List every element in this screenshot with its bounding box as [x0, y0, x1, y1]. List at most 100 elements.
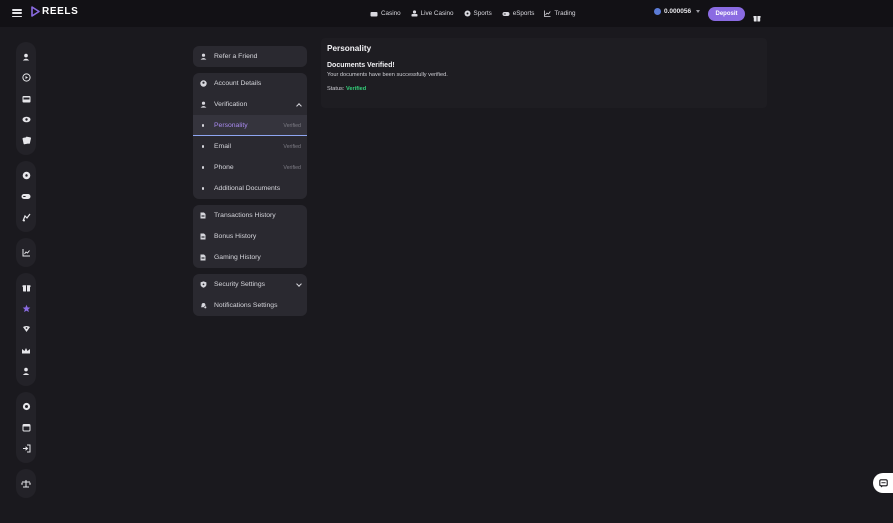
referral-icon[interactable] — [16, 361, 36, 382]
menu-item-transactions-history[interactable]: Transactions History — [193, 205, 307, 226]
chevron-up-icon — [296, 102, 302, 109]
chart-icon[interactable] — [16, 242, 36, 263]
menu-icon[interactable] — [12, 9, 22, 17]
gift-icon[interactable] — [16, 277, 36, 298]
chevron-down-icon — [296, 280, 302, 287]
account-menu: Refer a Friend Account Details Verificat… — [193, 46, 307, 322]
nav-live-casino-label: Live Casino — [420, 10, 454, 17]
menu-item-label: Email — [214, 143, 231, 150]
nav-sports-label: Sports — [473, 10, 492, 17]
menu-item-label: Phone — [214, 164, 234, 171]
calendar-icon[interactable] — [16, 417, 36, 438]
document-icon — [199, 254, 207, 261]
nav-casino[interactable]: Casino — [370, 10, 401, 17]
menu-item-personality[interactable]: Personality Verified — [193, 115, 307, 136]
nav-trading[interactable]: Trading — [544, 10, 576, 17]
bullet-icon — [199, 145, 207, 148]
user-check-icon — [199, 101, 207, 108]
nav-live-casino[interactable]: Live Casino — [411, 10, 454, 17]
wheel-icon[interactable] — [16, 319, 36, 340]
soccer-icon[interactable] — [16, 165, 36, 186]
menu-item-gaming-history[interactable]: Gaming History — [193, 247, 307, 268]
balance-icon[interactable] — [16, 473, 36, 494]
menu-item-email[interactable]: Email Verified — [193, 136, 307, 157]
menu-item-label: Personality — [214, 122, 248, 129]
deposit-button[interactable]: Deposit — [708, 7, 745, 21]
status-badge: Verified — [283, 143, 301, 150]
menu-item-label: Refer a Friend — [214, 53, 258, 60]
gift-icon[interactable] — [753, 9, 761, 27]
chart-icon — [544, 10, 552, 17]
balance-selector[interactable]: 0.000056 — [654, 8, 701, 15]
promotions-icon[interactable] — [16, 67, 36, 88]
menu-item-additional-documents[interactable]: Additional Documents — [193, 178, 307, 199]
nav-sports[interactable]: Sports — [464, 10, 492, 17]
brand-name: REELS — [42, 6, 79, 17]
logo[interactable]: REELS — [31, 6, 78, 17]
menu-card-settings: Security Settings Notifications Settings — [193, 274, 307, 316]
menu-item-account-details[interactable]: Account Details — [193, 73, 307, 94]
verification-panel: Personality Documents Verified! Your doc… — [321, 38, 767, 108]
rail-group-trading — [16, 238, 36, 267]
menu-card-account: Account Details Verification Personality… — [193, 73, 307, 199]
bullet-icon — [199, 187, 207, 190]
menu-item-verification[interactable]: Verification — [193, 94, 307, 115]
referral-icon — [199, 53, 207, 60]
menu-item-label: Gaming History — [214, 254, 261, 261]
bullet-icon — [199, 166, 207, 169]
menu-item-notifications-settings[interactable]: Notifications Settings — [193, 295, 307, 316]
support-icon[interactable] — [16, 396, 36, 417]
vip-icon[interactable] — [16, 298, 36, 319]
status-line: Status: Verified — [327, 86, 761, 92]
chat-button[interactable] — [873, 473, 893, 493]
slots-icon[interactable] — [16, 88, 36, 109]
menu-item-phone[interactable]: Phone Verified — [193, 157, 307, 178]
logout-icon[interactable] — [16, 438, 36, 459]
gamepad-icon[interactable] — [16, 186, 36, 207]
status-badge: Verified — [283, 122, 301, 129]
side-rail — [16, 42, 36, 504]
account-icon — [199, 80, 207, 87]
menu-item-label: Additional Documents — [214, 185, 281, 192]
coin-icon — [654, 8, 661, 15]
user-icon[interactable] — [16, 46, 36, 67]
cards-icon — [370, 11, 378, 16]
cards-icon[interactable] — [16, 130, 36, 151]
status-value: Verified — [345, 86, 367, 92]
menu-item-label: Notifications Settings — [214, 302, 278, 309]
verified-message: Your documents have been successfully ve… — [327, 72, 448, 78]
status-badge: Verified — [283, 164, 301, 171]
nav-esports-label: eSports — [512, 10, 535, 17]
nav-trading-label: Trading — [554, 10, 576, 17]
menu-item-label: Verification — [214, 101, 248, 108]
menu-item-label: Bonus History — [214, 233, 257, 240]
verified-heading: Documents Verified! — [327, 62, 395, 69]
rail-group-sports — [16, 161, 36, 232]
live-casino-icon — [411, 10, 418, 17]
rail-group-rewards — [16, 273, 36, 386]
racing-icon[interactable] — [16, 207, 36, 228]
bullet-icon — [199, 124, 207, 127]
notification-settings-icon — [199, 302, 207, 309]
rail-group-main — [16, 42, 36, 155]
main-nav: Casino Live Casino Sports eSports Tradin… — [370, 0, 576, 27]
rail-group-support — [16, 392, 36, 463]
rail-group-policy — [16, 469, 36, 498]
menu-card-referral: Refer a Friend — [193, 46, 307, 67]
nav-esports[interactable]: eSports — [502, 10, 535, 17]
menu-item-security-settings[interactable]: Security Settings — [193, 274, 307, 295]
chat-icon — [878, 478, 888, 487]
balance-value: 0.000056 — [664, 8, 692, 15]
shield-icon — [199, 281, 207, 288]
nav-casino-label: Casino — [381, 10, 401, 17]
menu-item-bonus-history[interactable]: Bonus History — [193, 226, 307, 247]
page-title: Personality — [327, 44, 372, 53]
chevron-down-icon — [696, 10, 701, 13]
menu-item-refer-a-friend[interactable]: Refer a Friend — [193, 46, 307, 67]
live-icon[interactable] — [16, 109, 36, 130]
status-label: Status: — [327, 86, 345, 92]
gamepad-icon — [502, 11, 510, 16]
crown-icon[interactable] — [16, 340, 36, 361]
soccer-ball-icon — [464, 10, 471, 17]
play-logo-icon — [31, 6, 40, 17]
